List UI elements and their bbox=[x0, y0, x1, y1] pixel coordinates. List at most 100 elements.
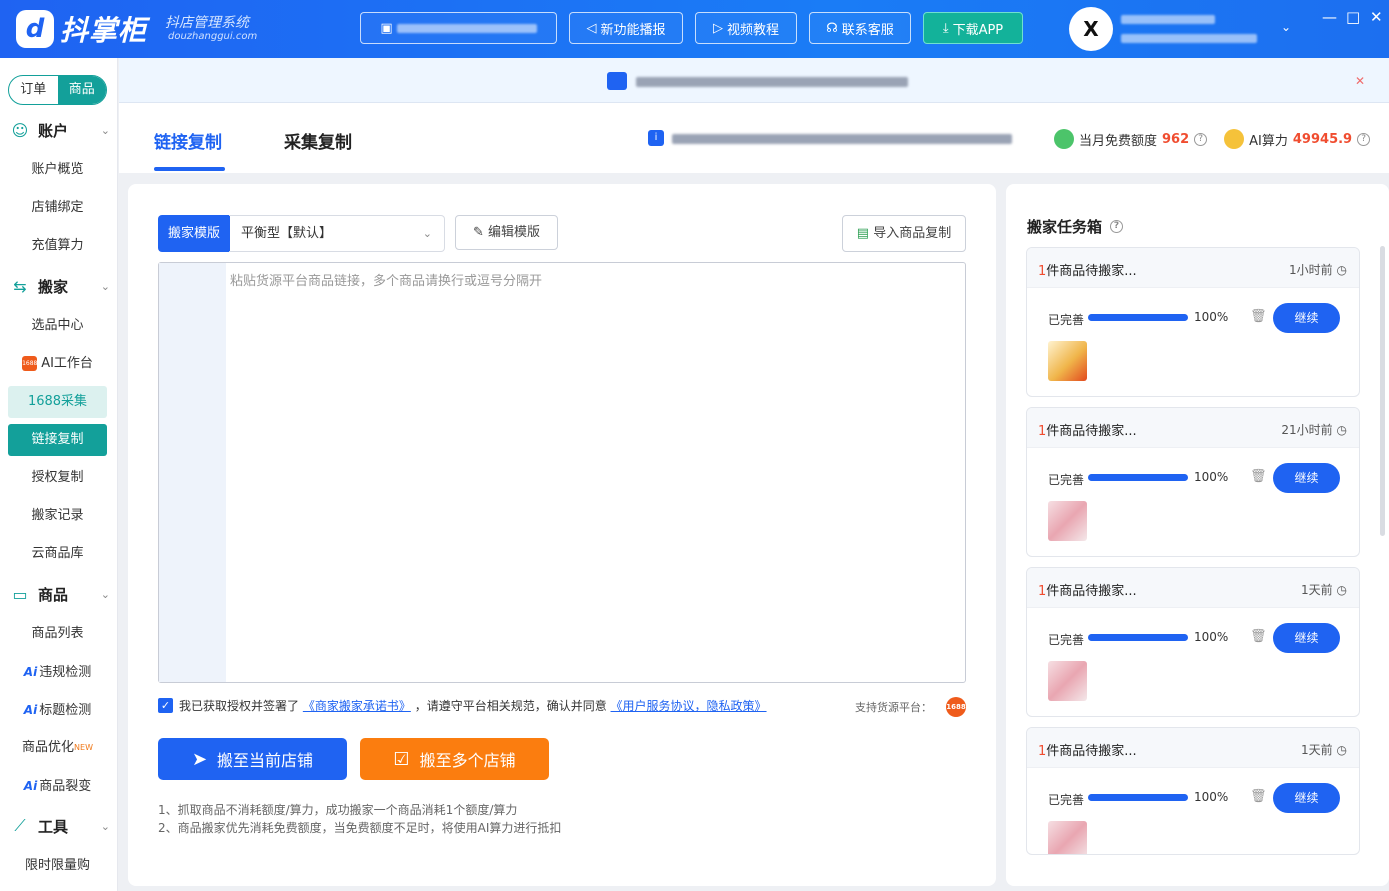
sidebar-section-product[interactable]: ▭ 商品 ⌄ bbox=[10, 579, 110, 609]
agreement-row: ✓ 我已获取授权并签署了 《商家搬家承诺书》 ，请遵守平台相关规范，确认并同意 … bbox=[158, 697, 767, 714]
agree-checkbox[interactable]: ✓ bbox=[158, 698, 173, 713]
edit-template-button[interactable]: ✎ 编辑模版 bbox=[455, 215, 558, 250]
panel-scrollbar[interactable] bbox=[1380, 246, 1385, 536]
item-label: 标题检测 bbox=[39, 703, 92, 718]
sidebar-section-tools[interactable]: ⟋ 工具 ⌄ bbox=[10, 811, 110, 841]
sidebar-item-move-records[interactable]: 搬家记录 bbox=[8, 500, 107, 532]
trash-icon[interactable]: 🗑 bbox=[1250, 309, 1267, 324]
task-title-text: 件商品待搬家... bbox=[1046, 264, 1137, 279]
move-multi-label: 搬至多个店铺 bbox=[419, 751, 516, 770]
sidebar-item-recharge[interactable]: 充值算力 bbox=[8, 230, 107, 262]
link-textarea[interactable] bbox=[158, 262, 966, 683]
video-tutorial-button[interactable]: ▷ 视频教程 bbox=[695, 12, 797, 44]
help-icon[interactable]: ? bbox=[1357, 132, 1371, 146]
quota-bar: 当月免费额度 962 ? AI算力 49945.9 ? bbox=[1054, 129, 1371, 149]
sidebar-item-product-fission[interactable]: Ai 商品裂变 bbox=[8, 770, 107, 802]
task-title-text: 件商品待搬家... bbox=[1046, 584, 1137, 599]
tab-link-copy[interactable]: 链接复制 bbox=[154, 128, 222, 153]
move-multi-shop-button[interactable]: ☑ 搬至多个店铺 bbox=[360, 738, 549, 780]
sidebar-item-violation-check[interactable]: Ai 违规检测 bbox=[8, 656, 107, 688]
task-title: 1件商品待搬家... bbox=[1038, 740, 1137, 759]
template-value: 平衡型【默认】 bbox=[241, 226, 333, 241]
user-avatar[interactable]: X bbox=[1069, 7, 1113, 51]
sidebar-section-account[interactable]: ☺ 账户 ⌄ bbox=[10, 115, 110, 145]
sidebar-item-cloud-library[interactable]: 云商品库 bbox=[8, 538, 107, 570]
sidebar-item-ai-workbench[interactable]: 1688 AI工作台 bbox=[8, 348, 107, 380]
ai-power-icon bbox=[1224, 129, 1245, 149]
trash-icon[interactable]: 🗑 bbox=[1250, 629, 1267, 644]
active-tab-indicator bbox=[154, 167, 225, 171]
sidebar-item-shop-binding[interactable]: 店铺绑定 bbox=[8, 192, 107, 224]
task-status: 已完善 bbox=[1048, 793, 1085, 807]
sidebar-item-product-optimize[interactable]: 商品优化NEW bbox=[8, 732, 107, 764]
sidebar-item-auth-copy[interactable]: 授权复制 bbox=[8, 462, 107, 494]
download-app-button[interactable]: ⤓ 下载APP bbox=[923, 12, 1023, 44]
move-icon: ⇆ bbox=[13, 276, 27, 296]
sidebar-item-selection-center[interactable]: 选品中心 bbox=[8, 310, 107, 342]
help-icon[interactable]: ? bbox=[1194, 132, 1208, 146]
item-label: 商品裂变 bbox=[39, 779, 92, 794]
task-progress-fill bbox=[1088, 474, 1188, 481]
notice-icon bbox=[607, 72, 627, 90]
sidebar-section-move[interactable]: ⇆ 搬家 ⌄ bbox=[10, 271, 110, 301]
continue-button[interactable]: 继续 bbox=[1273, 783, 1340, 813]
sidebar-item-account-overview[interactable]: 账户概览 bbox=[8, 154, 107, 186]
task-panel-title: 搬家任务箱 ? bbox=[1027, 216, 1124, 237]
order-product-toggle[interactable]: 订单 商品 bbox=[8, 75, 107, 105]
task-status: 已完善 bbox=[1048, 633, 1085, 647]
product-thumbnail bbox=[1048, 661, 1087, 701]
task-card: 1件商品待搬家... 1天前 ◷ 已完善 100% 🗑 继续 bbox=[1026, 727, 1360, 855]
clock-icon: ◷ bbox=[1336, 583, 1347, 597]
shop-selector-button[interactable]: ▣ bbox=[360, 12, 557, 44]
task-progress-fill bbox=[1088, 634, 1188, 641]
help-icon[interactable]: ? bbox=[1110, 220, 1124, 233]
ai-power-label: AI算力 bbox=[1249, 133, 1288, 149]
maximize-icon[interactable]: □ bbox=[1346, 8, 1360, 26]
sidebar-item-flash-sale[interactable]: 限时限量购 bbox=[8, 850, 107, 882]
badge-1688-icon: 1688 bbox=[22, 356, 37, 371]
product-thumbnail bbox=[1048, 341, 1087, 381]
task-progress-fill bbox=[1088, 314, 1188, 321]
task-title: 1件商品待搬家... bbox=[1038, 260, 1137, 279]
trash-icon[interactable]: 🗑 bbox=[1250, 789, 1267, 804]
merchant-commitment-link[interactable]: 《商家搬家承诺书》 bbox=[303, 699, 411, 713]
task-time-text: 1天前 bbox=[1301, 583, 1333, 597]
toggle-order[interactable]: 订单 bbox=[9, 76, 58, 104]
continue-button[interactable]: 继续 bbox=[1273, 623, 1340, 653]
continue-button[interactable]: 继续 bbox=[1273, 303, 1340, 333]
import-product-button[interactable]: ▤ 导入商品复制 bbox=[842, 215, 966, 252]
move-current-shop-button[interactable]: ➤ 搬至当前店铺 bbox=[158, 738, 347, 780]
chevron-down-icon: ⌄ bbox=[100, 279, 110, 293]
template-select[interactable]: 平衡型【默认】 ⌄ bbox=[229, 215, 445, 252]
note-1: 1、抓取商品不消耗额度/算力，成功搬家一个商品消耗1个额度/算力 bbox=[158, 803, 518, 817]
contact-support-button[interactable]: ☊ 联系客服 bbox=[809, 12, 911, 44]
trash-icon[interactable]: 🗑 bbox=[1250, 469, 1267, 484]
close-window-icon[interactable]: ✕ bbox=[1370, 8, 1383, 26]
sidebar-item-link-copy[interactable]: 链接复制 bbox=[8, 424, 107, 456]
task-time-text: 21小时前 bbox=[1281, 423, 1333, 437]
ai-power-value: 49945.9 bbox=[1292, 131, 1353, 147]
panel-title-text: 搬家任务箱 bbox=[1027, 218, 1103, 236]
section-label: 商品 bbox=[38, 585, 69, 604]
task-progress-bar bbox=[1088, 474, 1188, 481]
task-time: 21小时前 ◷ bbox=[1281, 421, 1347, 438]
service-agreement-link[interactable]: 《用户服务协议，隐私政策》 bbox=[611, 699, 767, 713]
task-title-text: 件商品待搬家... bbox=[1046, 424, 1137, 439]
minimize-icon[interactable]: — bbox=[1322, 8, 1337, 26]
task-card: 1件商品待搬家... 1小时前 ◷ 已完善 100% 🗑 继续 bbox=[1026, 247, 1360, 397]
toggle-product[interactable]: 商品 bbox=[57, 76, 106, 104]
user-shop-redacted bbox=[1121, 32, 1257, 47]
continue-button[interactable]: 继续 bbox=[1273, 463, 1340, 493]
sidebar-item-product-list[interactable]: 商品列表 bbox=[8, 618, 107, 650]
new-features-button[interactable]: ◁ 新功能播报 bbox=[569, 12, 683, 44]
user-menu-chevron-icon[interactable]: ⌄ bbox=[1281, 20, 1291, 34]
tab-collect-copy[interactable]: 采集复制 bbox=[284, 128, 352, 153]
platform-1688-icon: 1688 bbox=[946, 697, 966, 717]
move-current-label: 搬至当前店铺 bbox=[217, 751, 314, 770]
new-badge: NEW bbox=[74, 743, 93, 752]
sidebar-item-1688-collect[interactable]: 1688采集 bbox=[8, 386, 107, 418]
ai-icon: Ai bbox=[23, 779, 38, 793]
sidebar-item-title-check[interactable]: Ai 标题检测 bbox=[8, 694, 107, 726]
info-icon: i bbox=[648, 130, 664, 146]
notice-close-icon[interactable]: ✕ bbox=[1355, 74, 1365, 88]
